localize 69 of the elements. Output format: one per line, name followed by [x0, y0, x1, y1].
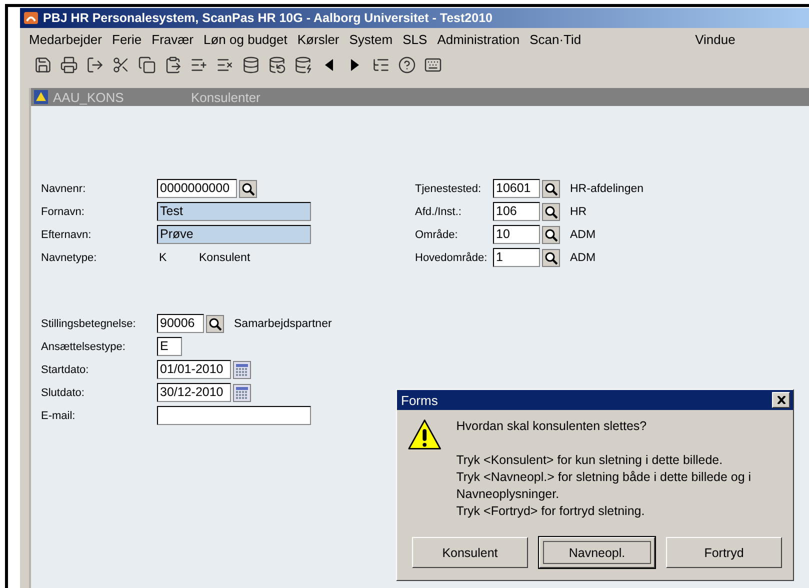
input-field[interactable]: Test	[157, 202, 311, 221]
field-description: HR-afdelingen	[570, 182, 644, 194]
close-icon	[776, 396, 786, 404]
form-icon	[33, 89, 49, 105]
field-label: Slutdato:	[41, 386, 86, 398]
dialog-question: Hvordan skal konsulenten slettes?	[456, 418, 648, 435]
input-field[interactable]: 90006	[157, 314, 204, 333]
field-description: Konsulent	[199, 252, 250, 264]
menu-item[interactable]: Administration	[432, 32, 525, 46]
field-label: Startdato:	[41, 364, 90, 376]
input-field[interactable]: Prøve	[157, 225, 311, 244]
field-label: Ansættelsestype:	[41, 340, 126, 352]
input-field[interactable]: 30/12-2010	[157, 383, 231, 402]
field-label: Navnetype:	[41, 252, 98, 264]
field-label: Område:	[415, 228, 459, 240]
dialog-button[interactable]: Fortryd	[666, 537, 782, 568]
form-code: AAU_KONS	[53, 90, 125, 104]
dialog-message: Tryk <Konsulent> for kun sletning i dette billede.	[456, 452, 724, 469]
lookup-button[interactable]	[206, 314, 224, 332]
calendar-button[interactable]	[233, 384, 251, 402]
printer-icon[interactable]	[58, 54, 79, 76]
input-field[interactable]: 10601	[493, 179, 540, 198]
lookup-button[interactable]	[542, 180, 560, 198]
lookup-button[interactable]	[542, 202, 560, 220]
field-label: Afd./Inst.:	[415, 206, 462, 218]
dialog-button[interactable]: Konsulent	[412, 537, 528, 568]
input-field[interactable]	[157, 406, 311, 425]
lookup-button[interactable]	[239, 180, 257, 198]
field-description: HR	[570, 206, 587, 218]
dialog-title: Forms	[401, 392, 438, 408]
field-description: ADM	[570, 228, 596, 240]
menu-item[interactable]: SLS	[398, 32, 432, 46]
input-field[interactable]: 01/01-2010	[157, 360, 231, 379]
menu-item[interactable]: System	[344, 32, 398, 46]
field-label: E-mail:	[41, 410, 76, 422]
form-title: Konsulenter	[191, 90, 260, 104]
field-label: Fornavn:	[41, 206, 86, 218]
close-button[interactable]	[772, 392, 790, 408]
menu-item[interactable]: Medarbejder	[24, 32, 107, 46]
dialog-message: Tryk <Navneopl.> for sletning både i dette billede og i Navneoplysninger.	[456, 469, 752, 503]
input-field[interactable]: 1	[493, 248, 540, 267]
menu-item[interactable]: Kørsler	[292, 32, 344, 46]
menu-item[interactable]: Ferie	[107, 32, 147, 46]
field-label: Tjenestested:	[415, 182, 482, 194]
field-label: Efternavn:	[41, 228, 92, 240]
dialog-button[interactable]: Navneopl.	[539, 537, 655, 568]
window-title: PBJ HR Personalesystem, ScanPas HR 10G - Aalborg Universitet - Test2010	[43, 11, 492, 25]
menu-item[interactable]: Fravær	[146, 32, 199, 46]
help-icon[interactable]	[396, 54, 417, 76]
lookup-button[interactable]	[542, 248, 560, 266]
menu-item[interactable]: Løn og budget	[198, 32, 292, 46]
input-field[interactable]: 10	[493, 225, 540, 244]
dialog-message: Tryk <Fortryd> for fortryd sletning.	[456, 503, 646, 520]
field-description: ADM	[570, 252, 596, 264]
calendar-button[interactable]	[233, 360, 251, 378]
menu-item[interactable]: Vindue	[690, 32, 740, 46]
app-icon	[23, 10, 39, 26]
input-field[interactable]: 106	[493, 202, 540, 221]
field-description: Samarbejdspartner	[234, 318, 332, 330]
field-label: Navnenr:	[41, 182, 87, 194]
field-value: K	[158, 252, 168, 264]
field-label: Hovedområde:	[415, 252, 488, 264]
input-field[interactable]: E	[157, 337, 182, 356]
lookup-button[interactable]	[542, 226, 560, 244]
warning-icon	[407, 418, 442, 452]
field-label: Stillingsbetegnelse:	[41, 318, 137, 330]
copy-icon[interactable]	[136, 54, 157, 76]
menu-item[interactable]: Scan·Tid	[524, 32, 586, 46]
input-field[interactable]: 0000000000	[157, 179, 237, 198]
